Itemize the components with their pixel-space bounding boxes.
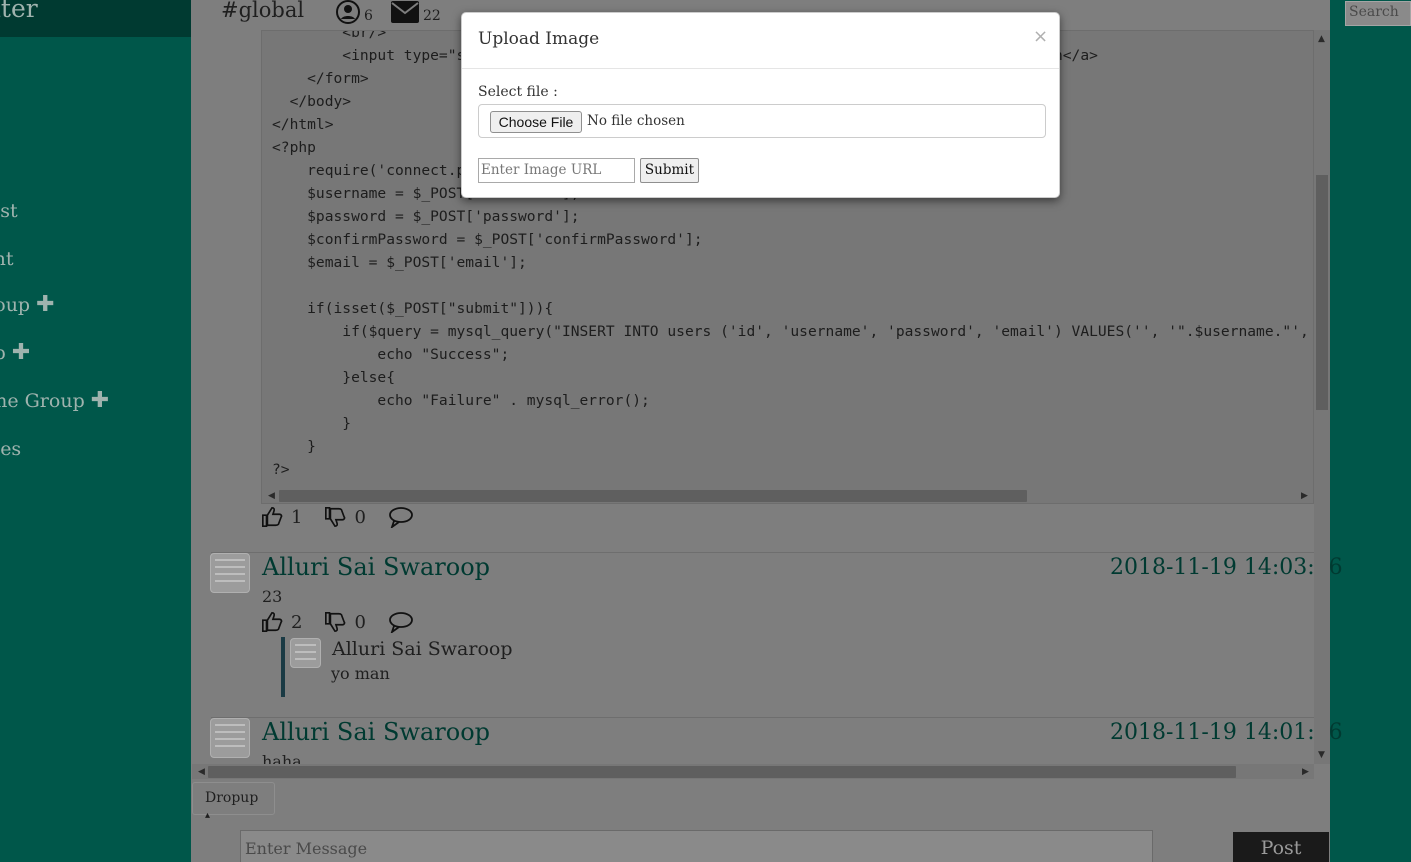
file-label: Select file : (478, 84, 558, 100)
sidebar-item-add-to-group[interactable]: o the Group✚ (0, 388, 110, 413)
sidebar-item-label: ount (0, 248, 14, 270)
close-icon[interactable]: × (1033, 26, 1048, 47)
messages-stat[interactable]: 22 (391, 0, 441, 24)
reply-avatar[interactable] (290, 638, 321, 668)
reply-username[interactable]: Alluri Sai Swaroop (332, 638, 513, 660)
sidebar-item-join-group[interactable]: oup ✚ (0, 340, 31, 365)
avatar[interactable] (210, 718, 250, 758)
chat-horizontal-thumb[interactable] (208, 766, 1236, 778)
plus-icon: ✚ (36, 292, 55, 317)
scroll-right-arrow-icon[interactable]: ▶ (1301, 491, 1308, 501)
thumbs-up-icon[interactable] (261, 611, 283, 633)
thumbs-down-icon[interactable] (324, 506, 346, 528)
scroll-down-arrow-icon[interactable]: ▼ (1318, 750, 1325, 760)
sidebar-item-label: ofiles (0, 438, 22, 460)
users-stat[interactable]: 6 (336, 0, 373, 24)
choose-file-button[interactable]: Choose File (490, 111, 582, 133)
dropup-label: Dropup (205, 790, 259, 806)
comment-icon[interactable] (388, 611, 414, 633)
modal-header: Upload Image × (462, 13, 1059, 69)
reply-text: yo man (331, 664, 390, 683)
envelope-icon (391, 1, 419, 23)
message-input[interactable]: Enter Message (240, 830, 1153, 862)
sidebar-item-profiles[interactable]: ofiles (0, 438, 21, 460)
scroll-right-arrow-icon[interactable]: ▶ (1302, 767, 1309, 777)
search-input[interactable]: Search (1345, 1, 1411, 26)
post-username[interactable]: Alluri Sai Swaroop (262, 553, 490, 581)
sidebar-item-account[interactable]: ount (0, 248, 14, 270)
comment-icon[interactable] (388, 506, 414, 528)
sidebar-item-label: Group (0, 294, 31, 316)
brand-title[interactable]: later (0, 0, 38, 23)
post-timestamp: 2018-11-19 14:01:16 (1110, 720, 1343, 745)
dislike-count: 0 (354, 506, 366, 528)
post-actions: 1 0 (261, 506, 414, 528)
reply-indicator (281, 637, 285, 697)
file-status: No file chosen (587, 113, 685, 129)
sidebar-item-latest[interactable]: atest (0, 200, 18, 222)
plus-icon: ✚ (11, 340, 31, 365)
post-username[interactable]: Alluri Sai Swaroop (262, 718, 490, 746)
dropup-button[interactable]: Dropup ▴ (192, 782, 275, 821)
caret-up-icon: ▴ (205, 810, 211, 821)
code-horizontal-scrollbar[interactable]: ◀ ▶ (262, 489, 1313, 503)
dislike-count: 0 (354, 611, 366, 633)
like-count: 2 (291, 611, 303, 633)
plus-icon: ✚ (90, 388, 110, 413)
avatar[interactable] (210, 553, 250, 593)
scroll-up-arrow-icon[interactable]: ▲ (1318, 34, 1325, 44)
sidebar-item-label: oup (0, 342, 6, 364)
chat-horizontal-scrollbar[interactable]: ◀ ▶ (192, 764, 1314, 779)
submit-button[interactable]: Submit (640, 158, 699, 183)
modal-title: Upload Image (478, 29, 600, 49)
brand-bar: later (0, 0, 191, 37)
thumbs-up-icon[interactable] (261, 506, 283, 528)
chat-scroll-thumb[interactable] (1316, 175, 1328, 410)
messages-count: 22 (423, 8, 441, 24)
image-url-input[interactable]: Enter Image URL (478, 158, 635, 183)
post-timestamp: 2018-11-19 14:03:56 (1110, 555, 1343, 580)
sidebar-item-label: atest (0, 200, 18, 222)
sidebar-item-create-group[interactable]: Group✚ (0, 292, 55, 317)
chat-vertical-scrollbar[interactable]: ▲ ▼ (1314, 30, 1330, 764)
post-text: 23 (262, 587, 283, 606)
channel-title: #global (221, 0, 305, 22)
post-actions: 2 0 (261, 611, 414, 633)
scroll-left-arrow-icon[interactable]: ◀ (268, 491, 275, 501)
user-circle-icon (336, 0, 360, 24)
upload-image-modal: Upload Image × Select file : Choose File… (461, 12, 1060, 198)
thumbs-down-icon[interactable] (324, 611, 346, 633)
code-scroll-thumb[interactable] (279, 490, 1027, 502)
file-input[interactable]: Choose File No file chosen (478, 104, 1046, 138)
users-count: 6 (364, 8, 373, 24)
sidebar: later s n atest ount Group✚ oup✚ o the G… (0, 0, 191, 862)
post-button[interactable]: Post (1233, 832, 1329, 862)
scroll-left-arrow-icon[interactable]: ◀ (198, 767, 205, 777)
sidebar-item-label: o the Group (0, 390, 85, 412)
like-count: 1 (291, 506, 303, 528)
